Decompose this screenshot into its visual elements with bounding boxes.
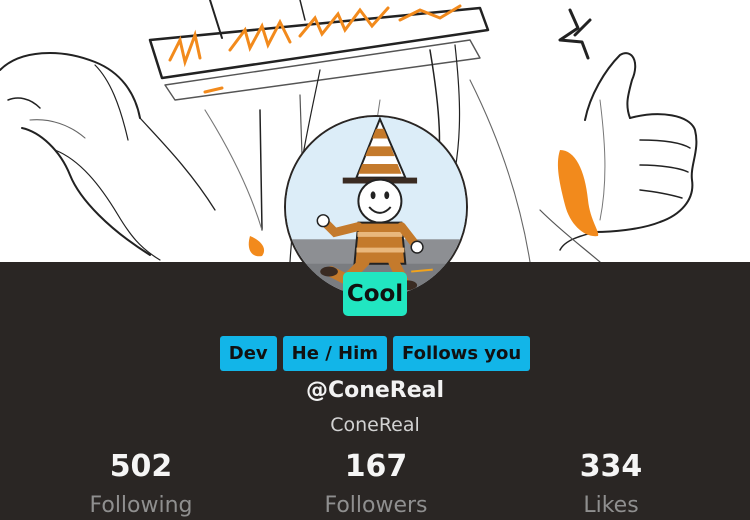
following-stat[interactable]: 502 Following — [41, 448, 241, 520]
tag-follows-you[interactable]: Follows you — [393, 336, 531, 371]
tag-dev[interactable]: Dev — [219, 336, 277, 371]
likes-stat[interactable]: 334 Likes — [511, 448, 711, 520]
tag-pronouns[interactable]: He / Him — [282, 336, 388, 371]
followers-label: Followers — [324, 493, 428, 518]
followers-stat[interactable]: 167 Followers — [276, 448, 476, 520]
profile-display-name: ConeReal — [330, 414, 420, 436]
following-label: Following — [89, 493, 193, 518]
role-badge: Cool — [343, 272, 407, 316]
profile-tags: Dev He / Him Follows you — [0, 336, 750, 371]
following-count: 502 — [109, 449, 173, 484]
cone-character-avatar — [286, 117, 466, 297]
followers-count: 167 — [344, 449, 408, 484]
likes-count: 334 — [579, 449, 643, 484]
likes-label: Likes — [583, 493, 639, 518]
profile-handle: @ConeReal — [305, 378, 445, 403]
